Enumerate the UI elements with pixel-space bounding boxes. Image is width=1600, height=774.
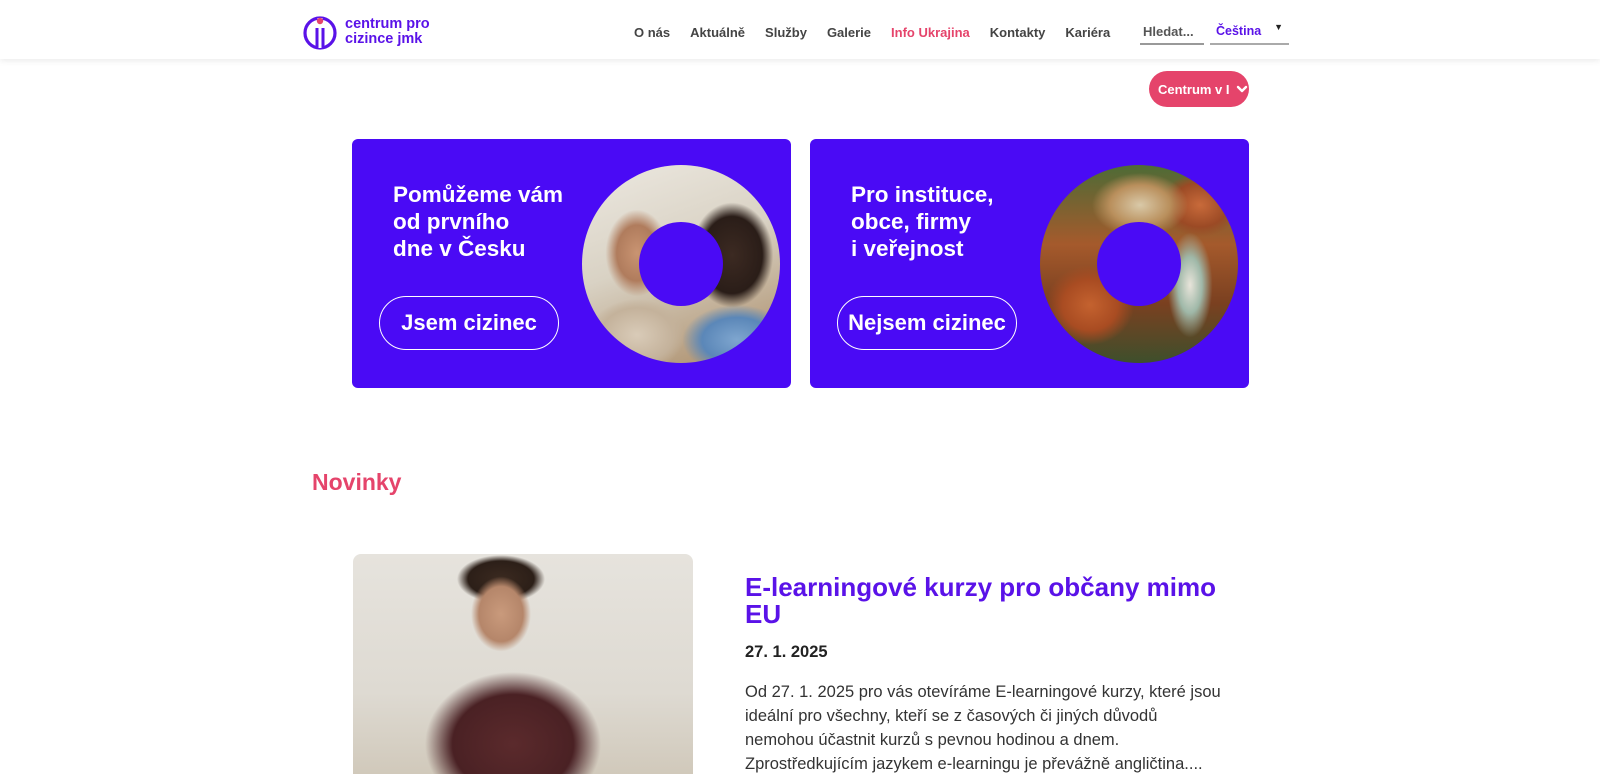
nav-item-kontakty[interactable]: Kontakty — [990, 25, 1046, 40]
town-photo-ring — [1040, 165, 1238, 363]
nav-item-galerie[interactable]: Galerie — [827, 25, 871, 40]
logo-line-2: cizince jmk — [345, 31, 423, 47]
search-input[interactable]: Hledat... — [1140, 22, 1204, 45]
nav-item-info-ukrajina[interactable]: Info Ukrajina — [891, 25, 970, 40]
dropdown-arrow-icon: ▼ — [1274, 22, 1283, 32]
main-nav: O nás Aktuálně Služby Galerie Info Ukraj… — [634, 25, 1130, 40]
news-item-date: 27. 1. 2025 — [745, 643, 828, 661]
non-foreigner-card: Pro instituce, obce, firmy i veřejnost N… — [810, 139, 1249, 388]
logo-line-1: centrum pro — [345, 16, 430, 32]
site-logo[interactable]: centrum pro cizince jmk — [302, 14, 430, 50]
site-header: centrum pro cizince jmk O nás Aktuálně S… — [0, 0, 1600, 59]
nav-item-kariera[interactable]: Kariéra — [1065, 25, 1110, 40]
nav-item-o-nas[interactable]: O nás — [634, 25, 670, 40]
nav-item-sluzby[interactable]: Služby — [765, 25, 807, 40]
location-label: Centrum v I — [1158, 81, 1230, 97]
card-title-line: dne v Česku — [393, 236, 526, 261]
ring-hole — [639, 222, 723, 306]
news-item-excerpt: Od 27. 1. 2025 pro vás otevíráme E-learn… — [745, 683, 1221, 773]
logo-text: centrum pro cizince jmk — [345, 17, 430, 47]
card-title-line: i veřejnost — [851, 236, 964, 261]
news-item-title[interactable]: E-learningové kurzy pro občany mimo EU — [745, 574, 1225, 628]
not-foreigner-button[interactable]: Nejsem cizinec — [837, 296, 1017, 350]
nav-item-aktualne[interactable]: Aktuálně — [690, 25, 745, 40]
language-value: Čeština — [1216, 24, 1262, 38]
card-title-line: obce, firmy — [851, 209, 972, 234]
card-title-line: Pomůžeme vám — [393, 182, 564, 207]
card-title-line: Pro instituce, — [851, 182, 994, 207]
news-image[interactable] — [353, 554, 693, 774]
card-title: Pro instituce, obce, firmy i veřejnost — [851, 181, 994, 262]
ring-hole — [1097, 222, 1181, 306]
card-title-line: od prvního — [393, 209, 510, 234]
logo-mark-icon — [303, 16, 337, 50]
location-dropdown-button[interactable]: Centrum v I — [1149, 71, 1249, 107]
news-section-title: Novinky — [312, 469, 402, 495]
people-photo-ring — [582, 165, 780, 363]
foreigner-card: Pomůžeme vám od prvního dne v Česku Jsem… — [352, 139, 791, 388]
i-am-foreigner-button[interactable]: Jsem cizinec — [379, 296, 559, 350]
card-title: Pomůžeme vám od prvního dne v Česku — [393, 181, 563, 262]
chevron-down-icon — [1236, 85, 1247, 93]
language-select[interactable]: Čeština ▼ — [1210, 22, 1289, 45]
